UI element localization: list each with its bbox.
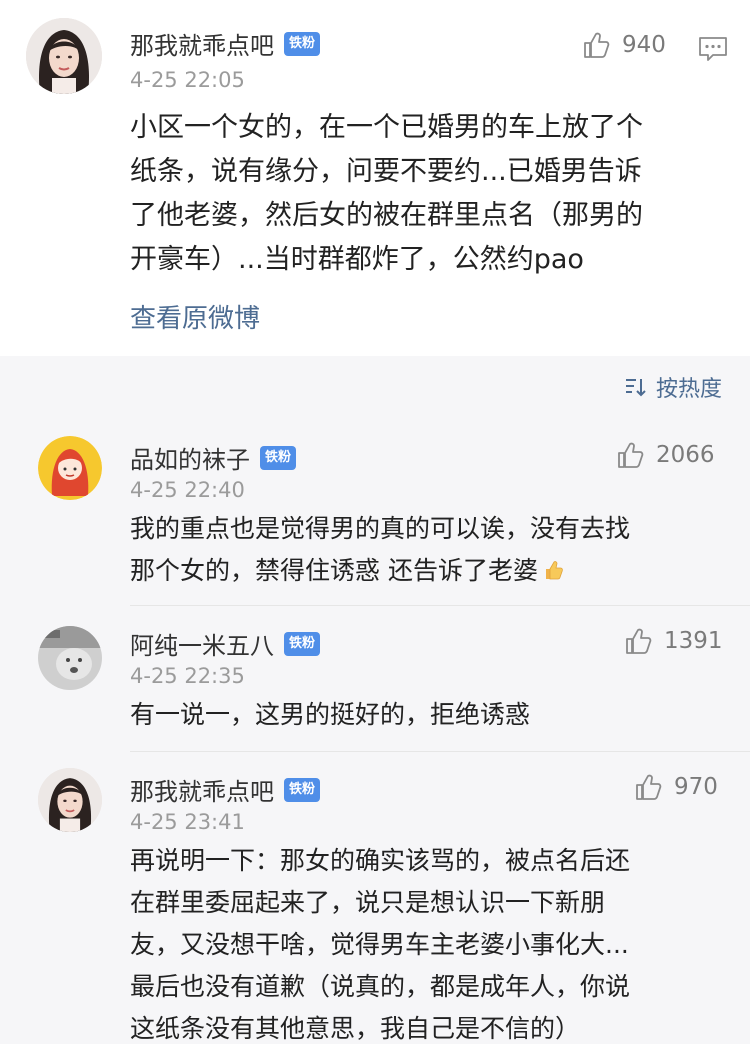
comment-text: 我的重点也是觉得男的真的可以诶，没有去找 那个女的，禁得住诱惑 还告诉了老婆	[130, 508, 630, 592]
avatar-portrait-icon	[38, 768, 102, 832]
username[interactable]: 品如的袜子	[130, 440, 250, 475]
text-line: 最后也没有道歉（说真的，都是成年人，你说	[130, 972, 631, 1001]
text-line: 了他老婆，然后女的被在群里点名（那男的	[130, 200, 643, 231]
text-line-content: 那个女的，禁得住诱惑 还告诉了老婆	[130, 556, 538, 585]
fan-badge: 铁粉	[260, 445, 297, 470]
text-line: 友，又没想干啥，觉得男车主老婆小事化大...	[130, 930, 629, 959]
timestamp: 4-25 23:41	[130, 810, 245, 834]
thumbs-up-icon	[584, 32, 610, 58]
avatar[interactable]	[26, 18, 102, 94]
thumbs-up-icon	[626, 628, 652, 654]
top-comment-card: 那我就乖点吧 铁粉 4-25 22:05 940 小区一个女的，在一个已婚男的车…	[0, 0, 750, 356]
avatar[interactable]	[38, 436, 102, 500]
avatar[interactable]	[38, 626, 102, 690]
text-line: 我的重点也是觉得男的真的可以诶，没有去找	[130, 514, 631, 543]
avatar[interactable]	[38, 768, 102, 832]
list-item: 那我就乖点吧 铁粉 4-25 23:41 970 再说明一下：那女的确实该骂的，…	[0, 752, 750, 1044]
comment-more-icon	[699, 37, 727, 61]
like-count: 2066	[656, 442, 715, 468]
thumbs-up-emoji-icon	[545, 561, 563, 580]
like-count: 940	[622, 32, 666, 58]
list-item: 阿纯一米五八 铁粉 4-25 22:35 1391 有一说一，这男的挺好的，拒绝…	[0, 606, 750, 752]
text-line: 这纸条没有其他意思，我自己是不信的）	[130, 1014, 581, 1043]
name-row: 那我就乖点吧 铁粉	[130, 772, 321, 807]
like-button[interactable]: 1391	[624, 626, 723, 656]
sort-button[interactable]: 按热度	[624, 372, 722, 402]
text-line: 纸条，说有缘分，问要不要约...已婚男告诉	[130, 156, 642, 187]
fan-badge: 铁粉	[284, 31, 321, 56]
list-item: 品如的袜子 铁粉 4-25 22:40 2066 我的重点也是觉得男的真的可以诶…	[0, 416, 750, 606]
text-line: 开豪车）...当时群都炸了，公然约pao	[130, 244, 584, 275]
like-button[interactable]: 2066	[616, 440, 715, 470]
timestamp: 4-25 22:05	[130, 68, 245, 92]
timestamp: 4-25 22:40	[130, 478, 245, 502]
text-line: 在群里委屈起来了，说只是想认识一下新朋	[130, 888, 606, 917]
username[interactable]: 那我就乖点吧	[130, 26, 274, 61]
sort-label: 按热度	[655, 377, 722, 402]
text-line: 再说明一下：那女的确实该骂的，被点名后还	[130, 846, 631, 875]
avatar-photo-icon	[38, 626, 102, 690]
text-line: 有一说一，这男的挺好的，拒绝诱惑	[130, 700, 531, 729]
comment-text: 再说明一下：那女的确实该骂的，被点名后还 在群里委屈起来了，说只是想认识一下新朋…	[130, 840, 630, 1044]
name-row: 阿纯一米五八 铁粉	[130, 626, 321, 661]
name-row: 品如的袜子 铁粉	[130, 440, 297, 475]
name-row: 那我就乖点吧 铁粉	[130, 26, 321, 61]
avatar-portrait-icon	[26, 18, 102, 94]
text-line: 小区一个女的，在一个已婚男的车上放了个	[130, 112, 643, 143]
like-count: 1391	[664, 628, 723, 654]
fan-badge: 铁粉	[284, 777, 321, 802]
thumbs-up-icon	[636, 774, 662, 800]
thumbs-up-icon	[618, 442, 644, 468]
like-button[interactable]: 940	[582, 30, 666, 60]
username[interactable]: 阿纯一米五八	[130, 626, 274, 661]
avatar-cartoon-icon	[38, 436, 102, 500]
sort-bar: 按热度	[0, 356, 750, 416]
text-line: 那个女的，禁得住诱惑 还告诉了老婆	[130, 550, 630, 592]
comment-text: 有一说一，这男的挺好的，拒绝诱惑	[130, 694, 530, 736]
like-count: 970	[674, 774, 718, 800]
fan-badge: 铁粉	[284, 631, 321, 656]
comment-text: 小区一个女的，在一个已婚男的车上放了个 纸条，说有缘分，问要不要约...已婚男告…	[130, 106, 643, 282]
like-button[interactable]: 970	[634, 772, 718, 802]
sort-icon	[625, 379, 646, 397]
view-original-link[interactable]: 查看原微博	[130, 298, 260, 335]
comment-more-button[interactable]	[698, 36, 728, 62]
username[interactable]: 那我就乖点吧	[130, 772, 274, 807]
timestamp: 4-25 22:35	[130, 664, 245, 688]
